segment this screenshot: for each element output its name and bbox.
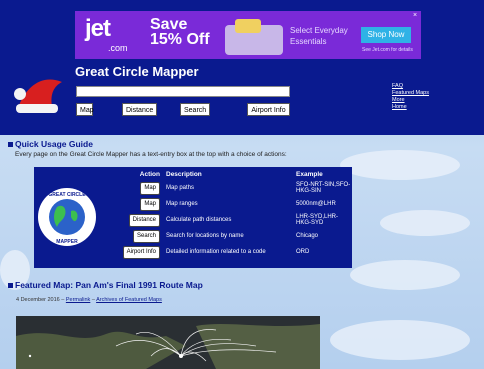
row-example: 5000nm@LHR: [296, 201, 336, 207]
column-header-action: Action: [139, 171, 160, 178]
product-box-image: [235, 19, 261, 33]
featured-heading: Featured Map: Pan Am's Final 1991 Route …: [8, 280, 203, 290]
ad-headline: Save 15% Off: [150, 16, 210, 48]
ad-brand-sub: .com: [108, 43, 128, 53]
great-circle-mapper-logo-icon: GREAT CIRCLE MAPPER: [38, 188, 96, 246]
table-row: Map Map ranges 5000nm@LHR: [98, 196, 352, 212]
row-description: Calculate path distances: [166, 217, 232, 223]
distance-button[interactable]: Distance: [122, 103, 157, 116]
search-input[interactable]: [76, 86, 290, 97]
featured-maps-link[interactable]: Featured Maps: [392, 90, 429, 97]
svg-text:GREAT CIRCLE: GREAT CIRCLE: [48, 192, 86, 198]
row-example: ORD: [296, 249, 310, 255]
table-row: Airport Info Detailed information relate…: [98, 244, 352, 260]
guide-heading: Quick Usage Guide: [8, 139, 93, 149]
airport-info-action-button[interactable]: Airport Info: [122, 245, 160, 259]
usage-guide-table: Action Description Example Map Map paths…: [98, 169, 352, 260]
cloud: [330, 320, 470, 360]
table-row: Search Search for locations by name Chic…: [98, 228, 352, 244]
table-row: Map Map paths SFO-NRT-SIN,SFO-HKG-SIN: [98, 180, 352, 196]
row-example: LHR-SYD,LHR-HKG-SYD: [296, 214, 339, 226]
svg-text:MAPPER: MAPPER: [56, 239, 78, 245]
column-header-description: Description: [166, 171, 202, 178]
route-map-graphic: [16, 324, 320, 369]
map-ranges-button[interactable]: Map: [140, 197, 160, 211]
search-button[interactable]: Search: [180, 103, 210, 116]
ad-brand: jet: [85, 15, 111, 42]
permalink-link[interactable]: Permalink: [66, 297, 90, 303]
more-link[interactable]: More: [392, 97, 429, 104]
row-description: Search for locations by name: [166, 233, 244, 239]
guide-intro: Every page on the Great Circle Mapper ha…: [15, 151, 287, 158]
airport-info-button[interactable]: Airport Info: [247, 103, 290, 116]
cloud: [340, 150, 460, 180]
cloud: [380, 210, 470, 236]
row-example: SFO-NRT-SIN,SFO-HKG-SIN: [296, 182, 351, 194]
featured-date: 4 December 2016: [16, 297, 60, 303]
home-link[interactable]: Home: [392, 104, 429, 111]
santa-hat-icon: [14, 79, 62, 113]
row-description: Detailed information related to a code: [166, 249, 266, 255]
ad-fine-print: See Jet.com for details: [362, 47, 413, 53]
map-paths-button[interactable]: Map: [140, 181, 160, 195]
featured-route-map-image[interactable]: [16, 316, 320, 369]
shop-now-button[interactable]: Shop Now: [361, 27, 411, 43]
row-description: Map ranges: [166, 201, 198, 207]
advertisement-banner[interactable]: jet .com Save 15% Off Select Everyday Es…: [75, 11, 421, 59]
ad-tagline: Select Everyday Essentials: [290, 26, 348, 46]
column-header-example: Example: [296, 171, 323, 178]
featured-byline: 4 December 2016 – Permalink – Archives o…: [16, 297, 162, 303]
usage-guide-panel: GREAT CIRCLE MAPPER Action Description E…: [34, 167, 352, 268]
ad-close-icon[interactable]: ×: [413, 12, 417, 19]
table-header-row: Action Description Example: [98, 169, 352, 180]
search-action-button[interactable]: Search: [132, 229, 160, 243]
site-header: jet .com Save 15% Off Select Everyday Es…: [0, 0, 484, 135]
archives-link[interactable]: Archives of Featured Maps: [96, 297, 162, 303]
header-links: FAQ Featured Maps More Home: [392, 83, 429, 111]
collapse-toggle-icon[interactable]: [8, 142, 13, 148]
row-description: Map paths: [166, 185, 195, 191]
faq-link[interactable]: FAQ: [392, 83, 429, 90]
map-button[interactable]: Map: [76, 103, 94, 116]
site-title: Great Circle Mapper: [75, 64, 199, 79]
distance-action-button[interactable]: Distance: [128, 213, 160, 227]
cloud: [350, 260, 460, 290]
row-example: Chicago: [296, 233, 319, 239]
table-row: Distance Calculate path distances LHR-SY…: [98, 212, 352, 228]
collapse-toggle-icon[interactable]: [8, 283, 13, 289]
